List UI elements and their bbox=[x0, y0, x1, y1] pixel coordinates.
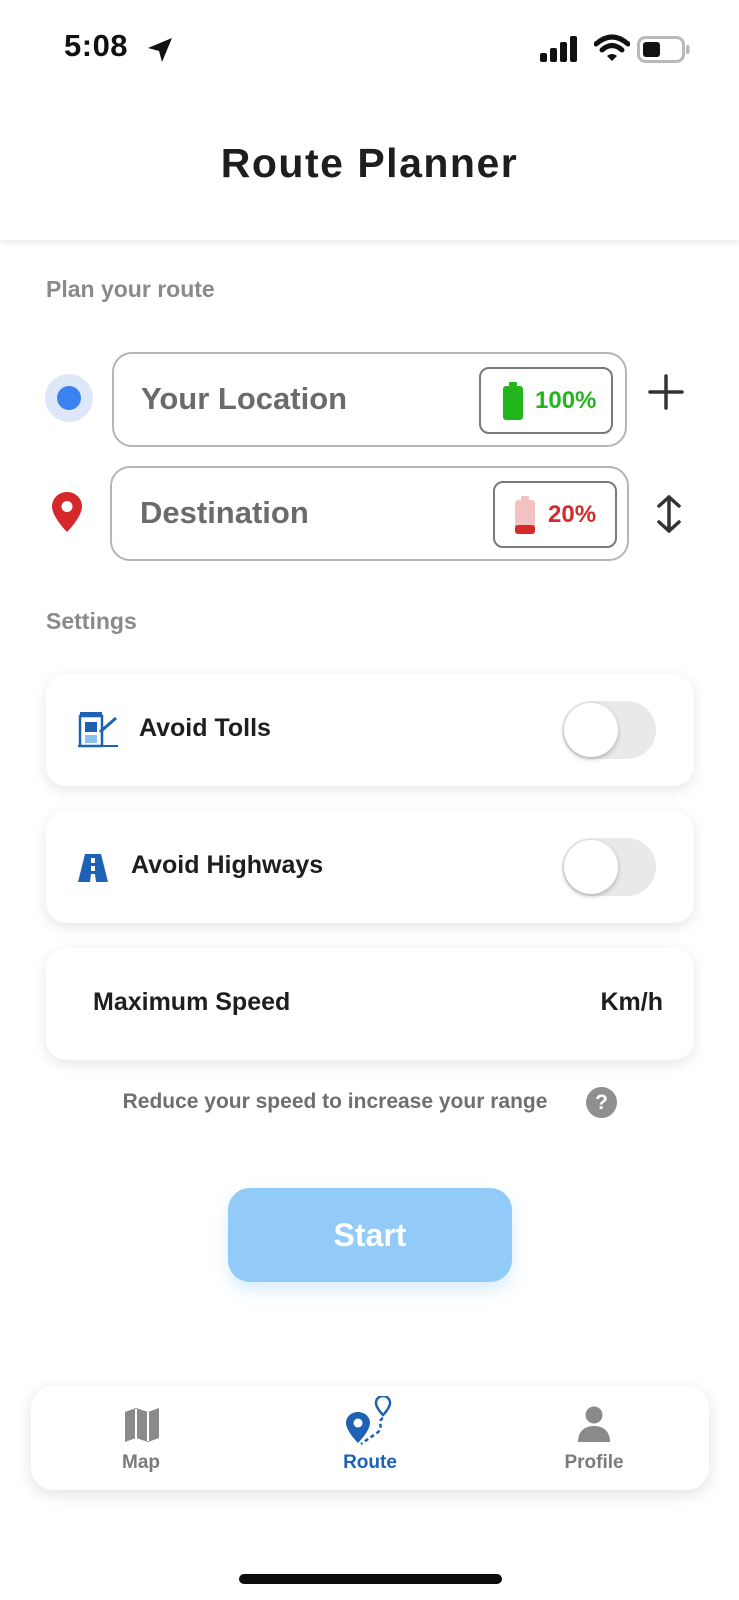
avoid-highways-toggle[interactable] bbox=[562, 838, 656, 896]
destination-pin-icon bbox=[52, 492, 82, 532]
origin-placeholder: Your Location bbox=[141, 381, 348, 416]
nav-label-route: Route bbox=[343, 1452, 397, 1473]
destination-input[interactable]: Destination 20% bbox=[110, 466, 629, 561]
destination-battery-percent: 20% bbox=[548, 501, 597, 528]
origin-dot-inner bbox=[57, 386, 81, 410]
destination-placeholder: Destination bbox=[140, 495, 309, 530]
nav-label-map: Map bbox=[122, 1452, 160, 1473]
home-indicator bbox=[239, 1574, 502, 1584]
avoid-tolls-toggle[interactable] bbox=[562, 701, 656, 759]
destination-battery-badge: 20% bbox=[493, 481, 617, 548]
max-speed-unit[interactable]: Km/h bbox=[601, 988, 664, 1017]
route-icon bbox=[346, 1396, 392, 1446]
avoid-highways-label: Avoid Highways bbox=[131, 851, 324, 879]
wifi-icon bbox=[594, 34, 630, 61]
location-arrow-icon bbox=[148, 38, 172, 62]
swap-locations-button[interactable] bbox=[654, 494, 684, 534]
cellular-signal-icon bbox=[540, 36, 577, 62]
help-icon[interactable]: ? bbox=[586, 1087, 617, 1118]
add-stop-button[interactable] bbox=[648, 374, 684, 410]
start-button[interactable]: Start bbox=[228, 1188, 512, 1282]
nav-item-route[interactable]: Route bbox=[310, 1386, 430, 1490]
toggle-knob bbox=[564, 703, 618, 757]
profile-icon bbox=[578, 1406, 610, 1442]
avoid-tolls-label: Avoid Tolls bbox=[139, 714, 271, 742]
battery-low-icon bbox=[515, 496, 535, 534]
speed-hint-text: Reduce your speed to increase your range bbox=[122, 1090, 548, 1113]
origin-battery-badge: 100% bbox=[479, 367, 613, 434]
highway-icon bbox=[78, 854, 108, 882]
origin-battery-percent: 100% bbox=[535, 387, 597, 414]
toll-booth-icon bbox=[78, 712, 118, 748]
plan-section-label: Plan your route bbox=[46, 276, 215, 302]
bottom-nav: Map Route Profile bbox=[31, 1386, 709, 1490]
battery-full-icon bbox=[503, 382, 523, 420]
map-icon bbox=[125, 1408, 159, 1442]
toggle-knob bbox=[564, 840, 618, 894]
avoid-tolls-card: Avoid Tolls bbox=[46, 674, 694, 786]
max-speed-label: Maximum Speed bbox=[93, 988, 291, 1016]
origin-input[interactable]: Your Location 100% bbox=[112, 352, 627, 447]
avoid-highways-card: Avoid Highways bbox=[46, 811, 694, 923]
page-title: Route Planner bbox=[220, 140, 519, 186]
settings-section-label: Settings bbox=[46, 608, 137, 634]
nav-item-map[interactable]: Map bbox=[81, 1386, 201, 1490]
status-time: 5:08 bbox=[64, 28, 129, 63]
nav-label-profile: Profile bbox=[564, 1452, 624, 1473]
max-speed-card[interactable]: Maximum Speed Km/h bbox=[46, 948, 694, 1060]
battery-status-icon bbox=[637, 36, 690, 63]
nav-item-profile[interactable]: Profile bbox=[534, 1386, 654, 1490]
